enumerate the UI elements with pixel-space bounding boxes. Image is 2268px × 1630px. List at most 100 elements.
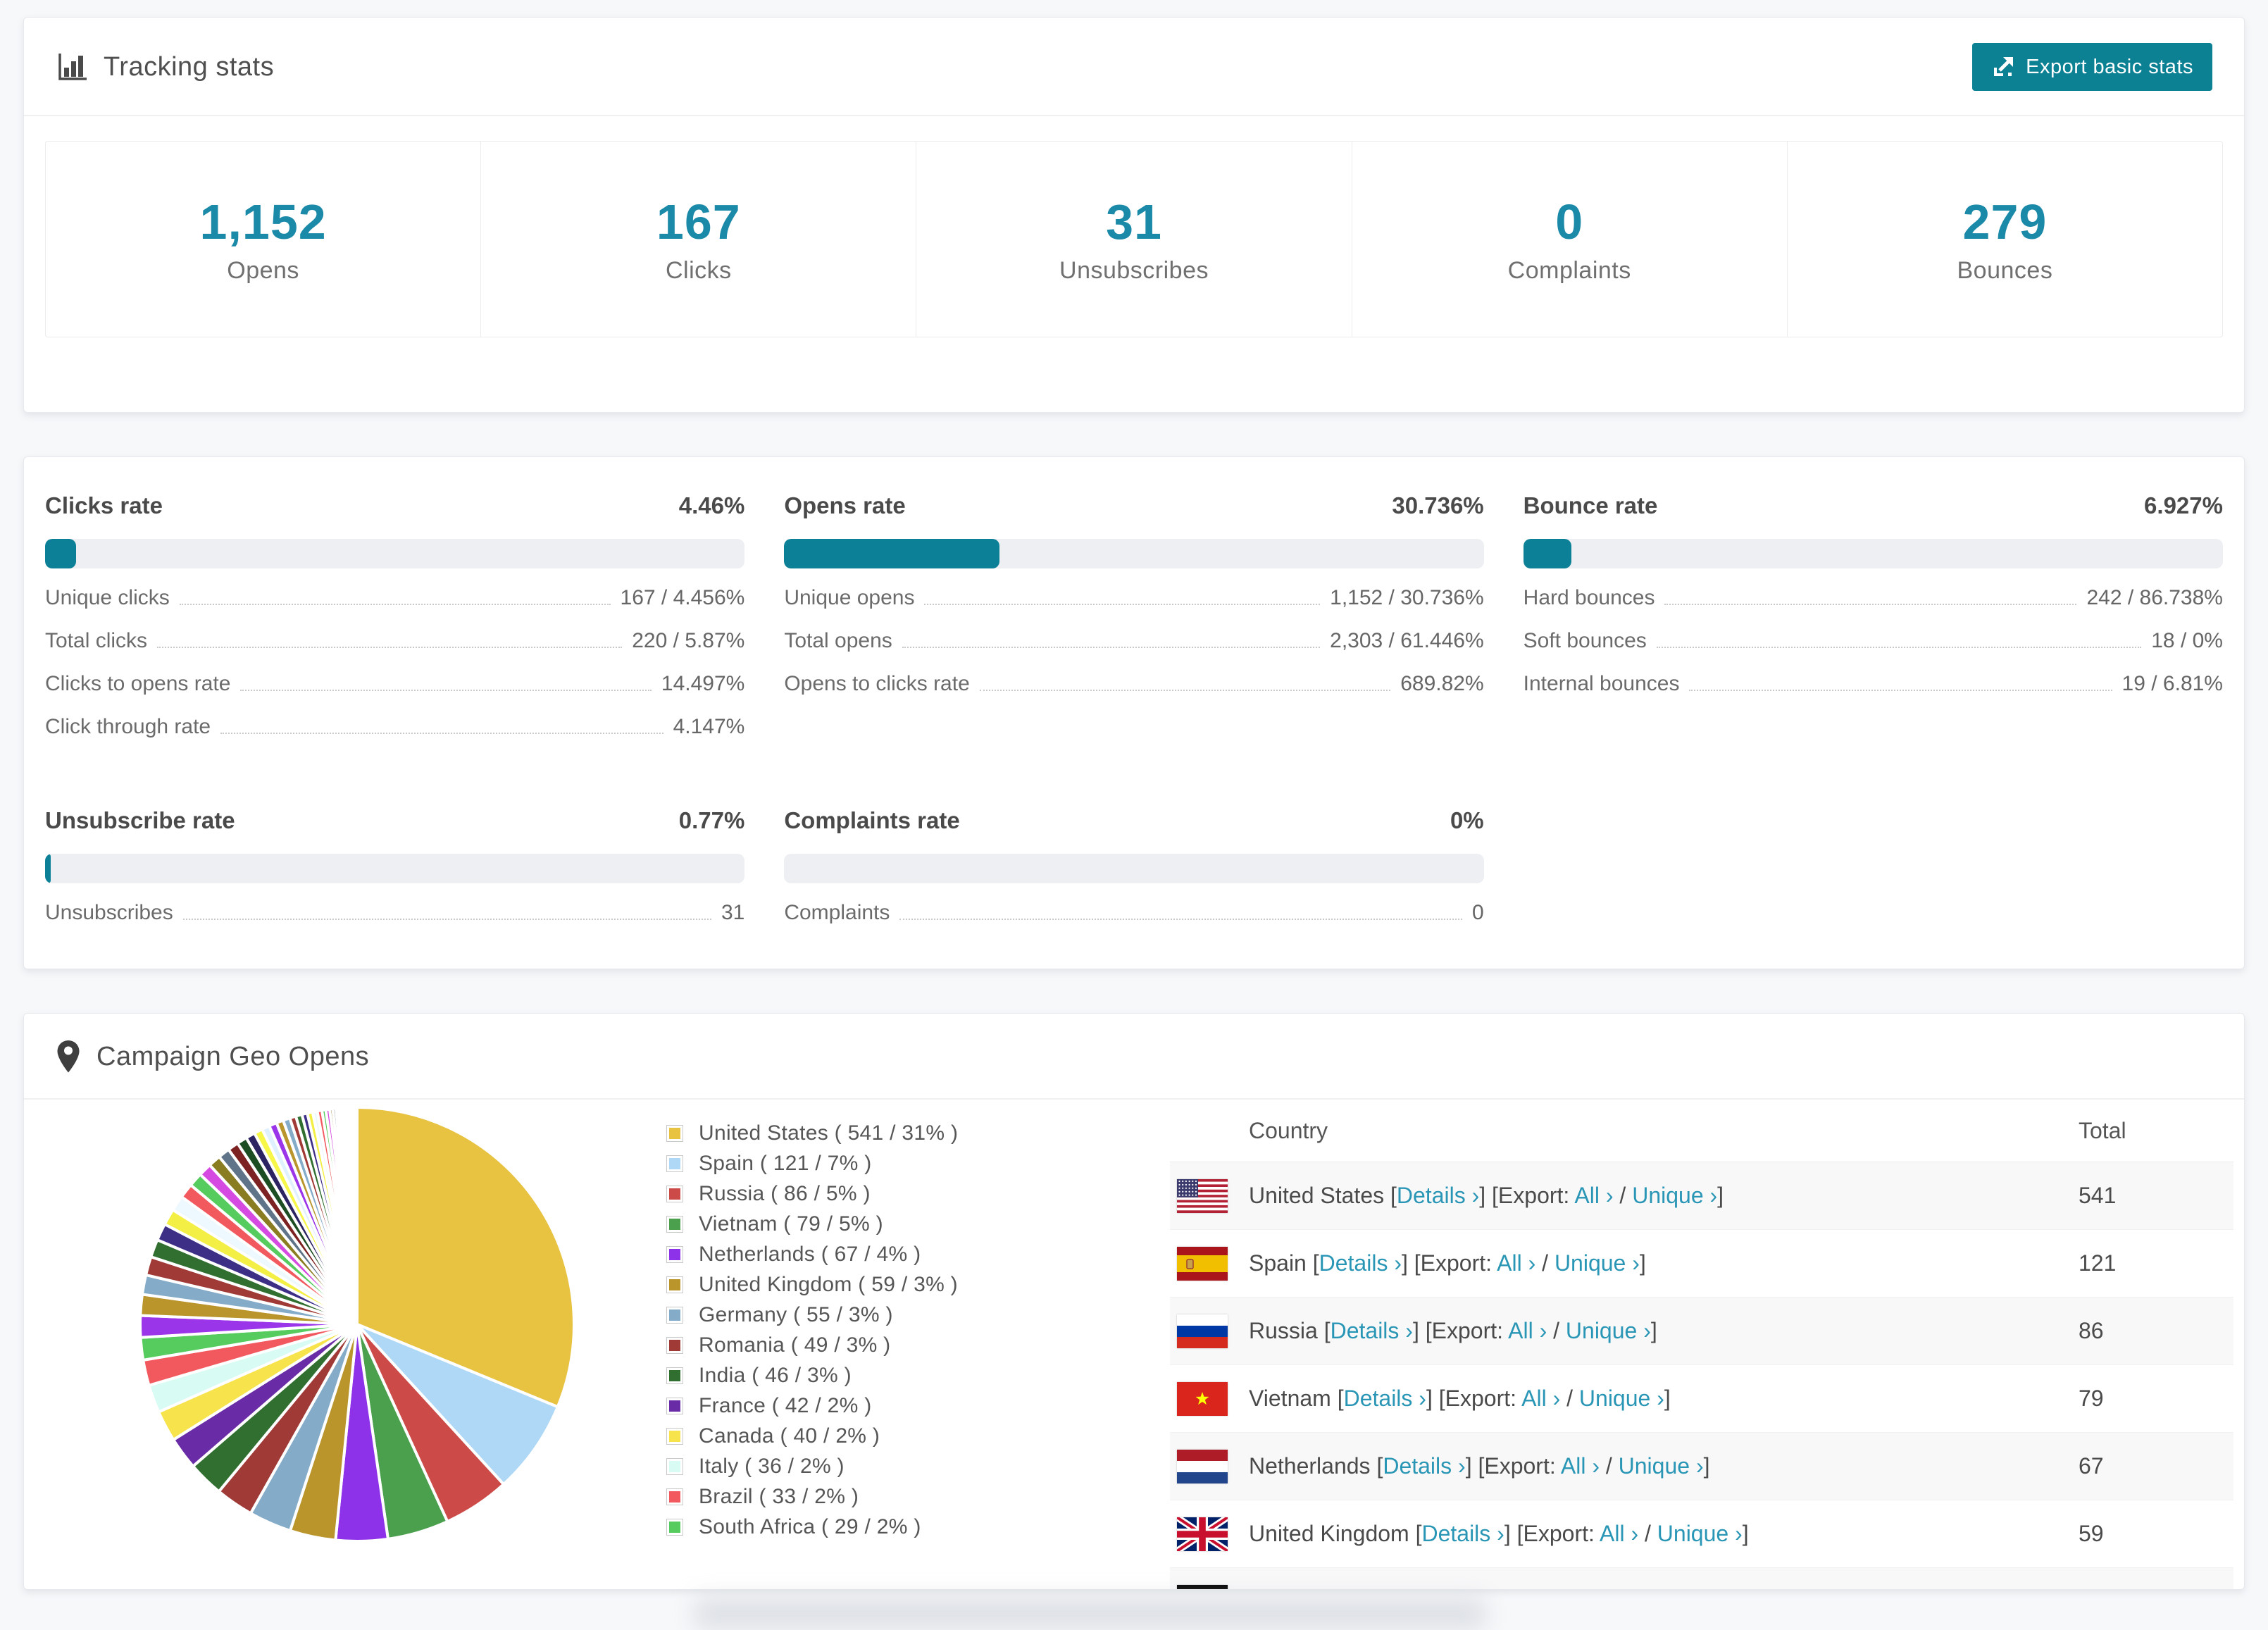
tracking-stats-header: Tracking stats Export basic stats <box>24 18 2244 116</box>
stat-box: 167 Clicks <box>480 142 916 337</box>
country-total: 541 <box>2079 1183 2117 1208</box>
export-basic-stats-button[interactable]: Export basic stats <box>1972 43 2212 91</box>
legend-item[interactable]: United States ( 541 / 31% ) <box>666 1118 1095 1148</box>
export-unique-link[interactable]: Unique › <box>1554 1250 1640 1276</box>
rate-detail-value: 242 / 86.738% <box>2086 586 2223 609</box>
card-shadow <box>694 1598 1486 1630</box>
country-total: 59 <box>2079 1521 2104 1546</box>
legend-swatch <box>666 1215 683 1233</box>
rate-section: Clicks rate 4.46% Unique clicks 167 / 4.… <box>45 492 745 740</box>
rate-section: Complaints rate 0% Complaints 0 <box>784 807 1484 926</box>
geo-pie-chart <box>45 1100 630 1589</box>
country-flag-icon <box>1177 1381 1228 1416</box>
export-all-link[interactable]: All › <box>1521 1386 1560 1411</box>
rate-detail-row: Total clicks 220 / 5.87% <box>45 629 744 654</box>
dashboard-page: Tracking stats Export basic stats 1,152 … <box>0 0 2268 1590</box>
export-unique-link[interactable]: Unique › <box>1566 1318 1651 1343</box>
export-all-link[interactable]: All › <box>1574 1183 1613 1208</box>
country-name: Spain <box>1249 1250 1307 1276</box>
stat-value: 31 <box>1106 194 1162 249</box>
export-unique-link[interactable]: Unique › <box>1632 1183 1717 1208</box>
legend-swatch <box>666 1306 683 1324</box>
country-name: Russia <box>1249 1318 1318 1343</box>
country-flag-icon <box>1177 1314 1228 1348</box>
details-link[interactable]: Details › <box>1383 1453 1465 1479</box>
export-all-link[interactable]: All › <box>1532 1588 1571 1589</box>
rate-detail-value: 2,303 / 61.446% <box>1330 629 1484 652</box>
details-link[interactable]: Details › <box>1354 1588 1436 1589</box>
legend-item[interactable]: Italy ( 36 / 2% ) <box>666 1451 1095 1481</box>
legend-item[interactable]: Romania ( 49 / 3% ) <box>666 1330 1095 1360</box>
rate-value: 0% <box>1450 807 1484 833</box>
dotted-leader <box>899 919 1462 920</box>
rate-detail-label: Opens to clicks rate <box>784 672 970 695</box>
country-total: 55 <box>2079 1588 2233 1589</box>
pie-legend: United States ( 541 / 31% ) Spain ( 121 … <box>630 1100 1095 1589</box>
rates-card: Clicks rate 4.46% Unique clicks 167 / 4.… <box>23 456 2245 969</box>
legend-item[interactable]: Canada ( 40 / 2% ) <box>666 1421 1095 1451</box>
legend-item[interactable]: France ( 42 / 2% ) <box>666 1391 1095 1421</box>
rate-detail-row: Clicks to opens rate 14.497% <box>45 672 744 697</box>
legend-label: Italy ( 36 / 2% ) <box>699 1454 845 1478</box>
legend-swatch <box>666 1124 683 1142</box>
campaign-geo-opens-card: Campaign Geo Opens United States ( 541 /… <box>23 1013 2245 1590</box>
rate-progress-fill <box>784 539 999 568</box>
legend-item[interactable]: Vietnam ( 79 / 5% ) <box>666 1209 1095 1239</box>
stat-value: 279 <box>1962 194 2048 249</box>
export-unique-link[interactable]: Unique › <box>1579 1386 1664 1411</box>
legend-item[interactable]: Brazil ( 33 / 2% ) <box>666 1481 1095 1512</box>
rate-detail-row: Total opens 2,303 / 61.446% <box>784 629 1483 654</box>
legend-label: Vietnam ( 79 / 5% ) <box>699 1212 883 1236</box>
details-link[interactable]: Details › <box>1319 1250 1402 1276</box>
rate-section: Unsubscribe rate 0.77% Unsubscribes 31 <box>45 807 745 926</box>
geo-table-row: United States [Details ›] [Export: All ›… <box>1170 1162 2233 1230</box>
rate-detail-value: 31 <box>721 901 745 924</box>
details-link[interactable]: Details › <box>1397 1183 1479 1208</box>
export-unique-link[interactable]: Unique › <box>1590 1588 1675 1589</box>
legend-item[interactable]: India ( 46 / 3% ) <box>666 1360 1095 1391</box>
rate-title: Unsubscribe rate <box>45 807 235 833</box>
country-name: Vietnam <box>1249 1386 1331 1411</box>
details-link[interactable]: Details › <box>1344 1386 1426 1411</box>
details-link[interactable]: Details › <box>1331 1318 1413 1343</box>
rate-progress-fill <box>45 539 77 568</box>
legend-label: India ( 46 / 3% ) <box>699 1363 852 1387</box>
rate-detail-label: Click through rate <box>45 715 211 738</box>
details-link[interactable]: Details › <box>1421 1521 1504 1546</box>
legend-item[interactable]: South Africa ( 29 / 2% ) <box>666 1512 1095 1542</box>
rate-detail-row: Hard bounces 242 / 86.738% <box>1524 586 2223 611</box>
legend-item[interactable]: Netherlands ( 67 / 4% ) <box>666 1239 1095 1269</box>
rate-detail-row: Click through rate 4.147% <box>45 715 744 740</box>
legend-swatch <box>666 1397 683 1414</box>
rate-progress-fill <box>1523 539 1572 568</box>
export-all-link[interactable]: All › <box>1497 1250 1535 1276</box>
export-all-link[interactable]: All › <box>1508 1318 1547 1343</box>
dotted-leader <box>924 604 1321 605</box>
legend-item[interactable]: Russia ( 86 / 5% ) <box>666 1178 1095 1209</box>
stat-box: 1,152 Opens <box>46 142 480 337</box>
rate-progress-bar <box>1523 539 2223 568</box>
country-total: 79 <box>2079 1386 2104 1411</box>
country-flag-icon <box>1177 1584 1228 1589</box>
stat-box: 31 Unsubscribes <box>916 142 1351 337</box>
pie-slice <box>354 1105 359 1326</box>
rate-detail-value: 167 / 4.456% <box>620 586 745 609</box>
legend-item[interactable]: Spain ( 121 / 7% ) <box>666 1148 1095 1178</box>
rate-progress-bar <box>784 854 1484 883</box>
rate-value: 0.77% <box>678 807 745 833</box>
country-column-header: Country <box>1249 1117 1328 1143</box>
tracking-stats-card: Tracking stats Export basic stats 1,152 … <box>23 17 2245 413</box>
geo-body: United States ( 541 / 31% ) Spain ( 121 … <box>24 1100 2244 1589</box>
country-name: Netherlands <box>1249 1453 1371 1479</box>
dotted-leader <box>1689 690 2112 691</box>
rate-detail-row: Internal bounces 19 / 6.81% <box>1524 672 2223 697</box>
export-all-link[interactable]: All › <box>1600 1521 1638 1546</box>
export-all-link[interactable]: All › <box>1561 1453 1600 1479</box>
export-unique-link[interactable]: Unique › <box>1657 1521 1743 1546</box>
legend-item[interactable]: United Kingdom ( 59 / 3% ) <box>666 1269 1095 1300</box>
rate-section: Bounce rate 6.927% Hard bounces 242 / 86… <box>1523 492 2223 740</box>
export-unique-link[interactable]: Unique › <box>1619 1453 1704 1479</box>
stat-box: 279 Bounces <box>1786 142 2222 337</box>
dotted-leader <box>1656 647 2142 648</box>
legend-item[interactable]: Germany ( 55 / 3% ) <box>666 1300 1095 1330</box>
